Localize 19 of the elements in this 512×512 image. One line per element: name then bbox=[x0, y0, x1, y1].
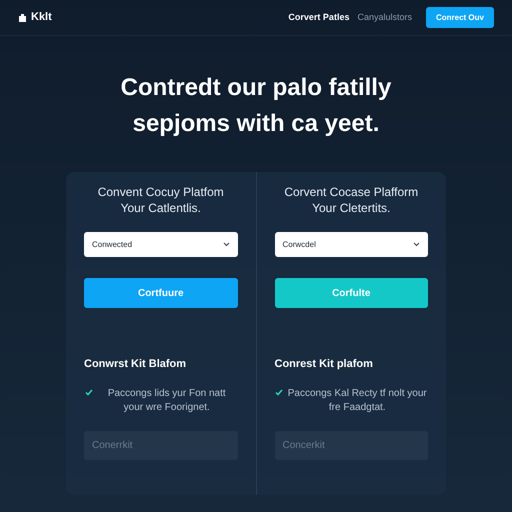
select-value: Conwected bbox=[92, 238, 132, 250]
nav-link[interactable]: Corvert Patles bbox=[288, 10, 350, 24]
nav-link[interactable]: Canyalulstors bbox=[357, 10, 412, 24]
select-dropdown[interactable]: Corwcdel bbox=[274, 232, 428, 257]
text-field[interactable]: Conerrkit bbox=[84, 430, 238, 460]
section-heading: Conrest Kit plafom bbox=[274, 357, 374, 372]
select-value: Corwcdel bbox=[282, 238, 316, 250]
feature-text: Paccongs Kal Recty tf nolt your fre Faadgtat. bbox=[287, 386, 428, 414]
feature-text: Paccongs lids yur Fon natt your wre Foorignet. bbox=[106, 386, 227, 414]
text-field[interactable]: Concerkit bbox=[274, 430, 428, 460]
hero-heading: Contredt our palo fatilly sepjoms with ca yeet. bbox=[120, 73, 392, 139]
logo-icon bbox=[18, 13, 27, 22]
select-dropdown[interactable]: Conwected bbox=[84, 232, 238, 257]
logo-text: Kklt bbox=[31, 10, 52, 26]
chevron-icon bbox=[413, 242, 420, 247]
panel-title: Corvent Cocase Plafform Your Cletertits. bbox=[283, 184, 420, 216]
chevron-icon bbox=[222, 242, 230, 247]
section-heading: Conwrst Kit Blafom bbox=[84, 357, 188, 372]
panel-title: Convent Cocuy Platfom Your Catlentlis. bbox=[96, 184, 225, 216]
